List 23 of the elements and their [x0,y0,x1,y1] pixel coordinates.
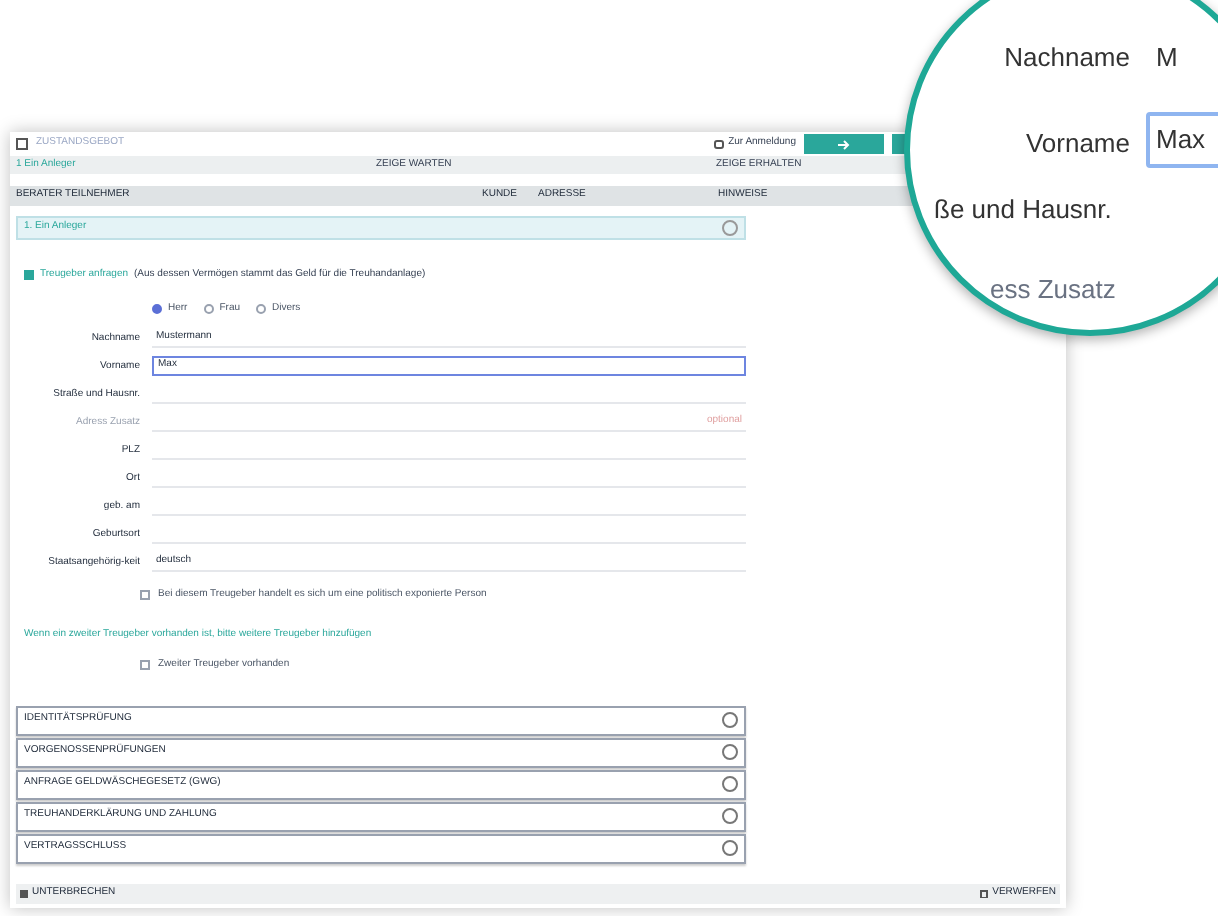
field-label: Nachname [1004,40,1130,77]
radio-button[interactable] [256,303,267,314]
circle-icon [722,220,738,236]
field-value: M [1156,40,1178,77]
circle-icon [722,712,738,728]
chat-icon [714,139,725,149]
field-label: Vorname [1025,126,1130,162]
circle-icon [722,744,738,760]
action-button[interactable] [804,134,884,154]
circle-icon [722,776,738,792]
circle-icon [722,808,738,824]
circle-icon [722,840,738,856]
window-icon [16,138,28,150]
checkbox[interactable] [140,660,150,671]
radio-button[interactable] [152,303,162,314]
checkbox[interactable] [24,270,34,281]
radio-button[interactable] [203,303,214,314]
field-label: ess Zusatz [990,272,1116,308]
arrow-icon [838,139,850,149]
square-icon [20,890,28,898]
checkbox[interactable] [140,590,150,601]
input-field[interactable]: Max [1146,112,1218,168]
field-label: ße und Hausnr. [934,192,1112,228]
